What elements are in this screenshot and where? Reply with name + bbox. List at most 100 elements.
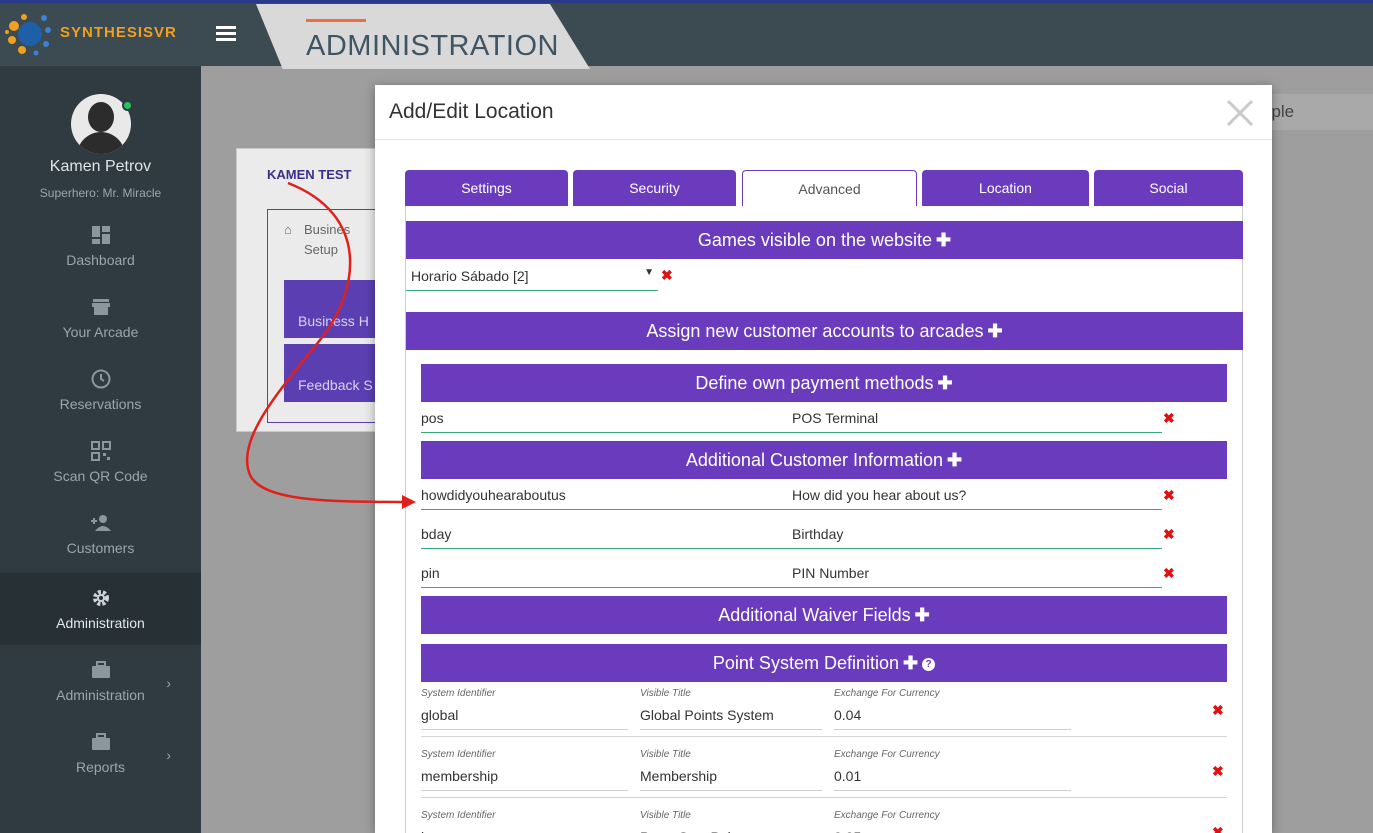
modal-header: Add/Edit Location <box>375 85 1272 140</box>
top-accent-line <box>0 0 1373 3</box>
info-field-key-input[interactable]: bday <box>421 519 792 549</box>
sidebar-item-administration-submenu[interactable]: Administration › <box>0 645 201 717</box>
info-field-label-input[interactable]: PIN Number <box>792 558 1162 588</box>
system-identifier-label: System Identifier <box>421 749 496 760</box>
add-game-plus-icon[interactable]: ✚ <box>936 230 951 250</box>
exchange-currency-input[interactable]: 0.05 <box>834 822 1071 833</box>
row-divider <box>421 736 1227 737</box>
tab-social[interactable]: Social <box>1094 170 1243 206</box>
remove-payment-method-icon[interactable]: ✖ <box>1163 410 1175 427</box>
visible-title-label: Visible Title <box>640 810 691 821</box>
top-bar: SYNTHESISVR ADMINISTRATION <box>0 0 1373 69</box>
sidebar-item-label: Reports <box>75 759 126 775</box>
advanced-panel: Games visible on the website ✚ Horario Sá… <box>405 206 1243 833</box>
games-visible-select[interactable]: Horario Sábado [2] ▼ <box>406 261 658 291</box>
briefcase-icon <box>91 661 110 678</box>
exchange-currency-label: Exchange For Currency <box>834 688 940 699</box>
menu-toggle-icon[interactable] <box>216 26 236 42</box>
modal-tabs: Settings Security Advanced Location Soci… <box>405 170 1243 206</box>
tab-advanced[interactable]: Advanced <box>742 170 917 206</box>
user-name: Kamen Petrov <box>49 158 152 175</box>
add-point-system-plus-icon[interactable]: ✚ <box>903 653 918 673</box>
user-role: Superhero: Mr. Miracle <box>39 186 162 200</box>
add-info-field-plus-icon[interactable]: ✚ <box>947 450 962 470</box>
sidebar-item-label: Reservations <box>59 396 142 412</box>
visible-title-label: Visible Title <box>640 749 691 760</box>
add-waiver-field-plus-icon[interactable]: ✚ <box>915 605 930 625</box>
visible-title-label: Visible Title <box>640 688 691 699</box>
exchange-currency-input[interactable]: 0.01 <box>834 761 1071 791</box>
app-logo-text: SYNTHESISVR <box>60 24 177 41</box>
visible-title-input[interactable]: Global Points System <box>640 700 822 730</box>
sidebar-item-label: Customers <box>66 540 135 556</box>
assign-accounts-header: Assign new customer accounts to arcades ✚ <box>406 312 1243 350</box>
info-field-key-input[interactable]: pin <box>421 558 792 588</box>
gear-icon <box>92 590 109 606</box>
remove-info-field-icon[interactable]: ✖ <box>1163 565 1175 582</box>
help-icon[interactable]: ? <box>922 657 936 671</box>
system-identifier-label: System Identifier <box>421 688 496 699</box>
sidebar-item-customers[interactable]: Customers <box>0 498 201 570</box>
sidebar-item-scan-qr-code[interactable]: Scan QR Code <box>0 426 201 498</box>
info-field-label-input[interactable]: Birthday <box>792 519 1162 549</box>
point-system-header: Point System Definition ✚? <box>421 644 1227 682</box>
sidebar-item-dashboard[interactable]: Dashboard <box>0 210 201 282</box>
additional-info-header: Additional Customer Information ✚ <box>421 441 1227 479</box>
location-card-title: KAMEN TEST <box>267 167 352 182</box>
sidebar-item-label: Administration <box>56 615 145 631</box>
remove-info-field-icon[interactable]: ✖ <box>1163 487 1175 504</box>
clock-icon <box>91 369 110 389</box>
remove-game-icon[interactable]: ✖ <box>661 267 673 284</box>
business-setup-label: Busines <box>304 222 351 237</box>
remove-point-system-icon[interactable]: ✖ <box>1212 824 1224 833</box>
sidebar-item-reports[interactable]: Reports › <box>0 717 201 789</box>
add-edit-location-modal: Add/Edit Location Settings Security Adva… <box>375 85 1272 833</box>
system-identifier-input[interactable]: global <box>421 700 628 730</box>
payment-method-label-input[interactable]: POS Terminal <box>792 403 1162 433</box>
online-status-dot <box>122 100 133 111</box>
info-field-key-input[interactable]: howdidyouhearaboutus <box>421 480 792 510</box>
dashboard-icon <box>91 226 110 244</box>
sidebar-item-label: Dashboard <box>66 252 135 268</box>
sidebar-item-reservations[interactable]: Reservations <box>0 354 201 426</box>
sidebar-item-your-arcade[interactable]: Your Arcade <box>0 282 201 354</box>
modal-title: Add/Edit Location <box>389 100 554 123</box>
remove-point-system-icon[interactable]: ✖ <box>1212 763 1224 780</box>
payment-method-key-input[interactable]: pos <box>421 403 792 433</box>
add-payment-method-plus-icon[interactable]: ✚ <box>938 373 953 393</box>
synthesisvr-logo-icon <box>5 14 51 56</box>
sidebar-item-administration[interactable]: Administration <box>0 573 201 645</box>
info-field-label-input[interactable]: How did you hear about us? <box>792 480 1162 510</box>
home-icon: ⌂ <box>284 222 292 237</box>
waiver-fields-header: Additional Waiver Fields ✚ <box>421 596 1227 634</box>
add-arcade-plus-icon[interactable]: ✚ <box>988 321 1003 341</box>
row-divider <box>421 797 1227 798</box>
tab-location[interactable]: Location <box>922 170 1089 206</box>
remove-point-system-icon[interactable]: ✖ <box>1212 702 1224 719</box>
tab-security[interactable]: Security <box>573 170 736 206</box>
remove-info-field-icon[interactable]: ✖ <box>1163 526 1175 543</box>
sidebar-item-label: Scan QR Code <box>53 468 148 484</box>
store-icon <box>91 299 110 315</box>
sidebar-item-label: Administration <box>56 687 145 703</box>
sidebar-item-label: Your Arcade <box>62 324 139 340</box>
feedback-settings-button[interactable]: Feedback S <box>284 344 388 402</box>
add-user-icon <box>90 515 111 531</box>
exchange-currency-label: Exchange For Currency <box>834 810 940 821</box>
tab-settings[interactable]: Settings <box>405 170 568 206</box>
business-setup-box: ⌂ Busines Setup Business H Feedback S <box>267 209 388 423</box>
dropdown-arrow-icon: ▼ <box>644 267 654 278</box>
close-icon[interactable] <box>1224 97 1256 129</box>
chevron-right-icon: › <box>166 675 171 691</box>
visible-title-input[interactable]: Membership <box>640 761 822 791</box>
system-identifier-input[interactable]: i... <box>421 822 628 833</box>
games-visible-header: Games visible on the website ✚ <box>406 221 1243 259</box>
business-hours-button[interactable]: Business H <box>284 280 388 338</box>
visible-title-input[interactable]: Pay... Sc... Poi... <box>640 822 822 833</box>
sidebar: Kamen Petrov Superhero: Mr. Miracle Dash… <box>0 66 201 833</box>
chevron-right-icon: › <box>166 747 171 763</box>
system-identifier-input[interactable]: membership <box>421 761 628 791</box>
exchange-currency-input[interactable]: 0.04 <box>834 700 1071 730</box>
exchange-currency-label: Exchange For Currency <box>834 749 940 760</box>
business-setup-label-2: Setup <box>304 242 338 257</box>
